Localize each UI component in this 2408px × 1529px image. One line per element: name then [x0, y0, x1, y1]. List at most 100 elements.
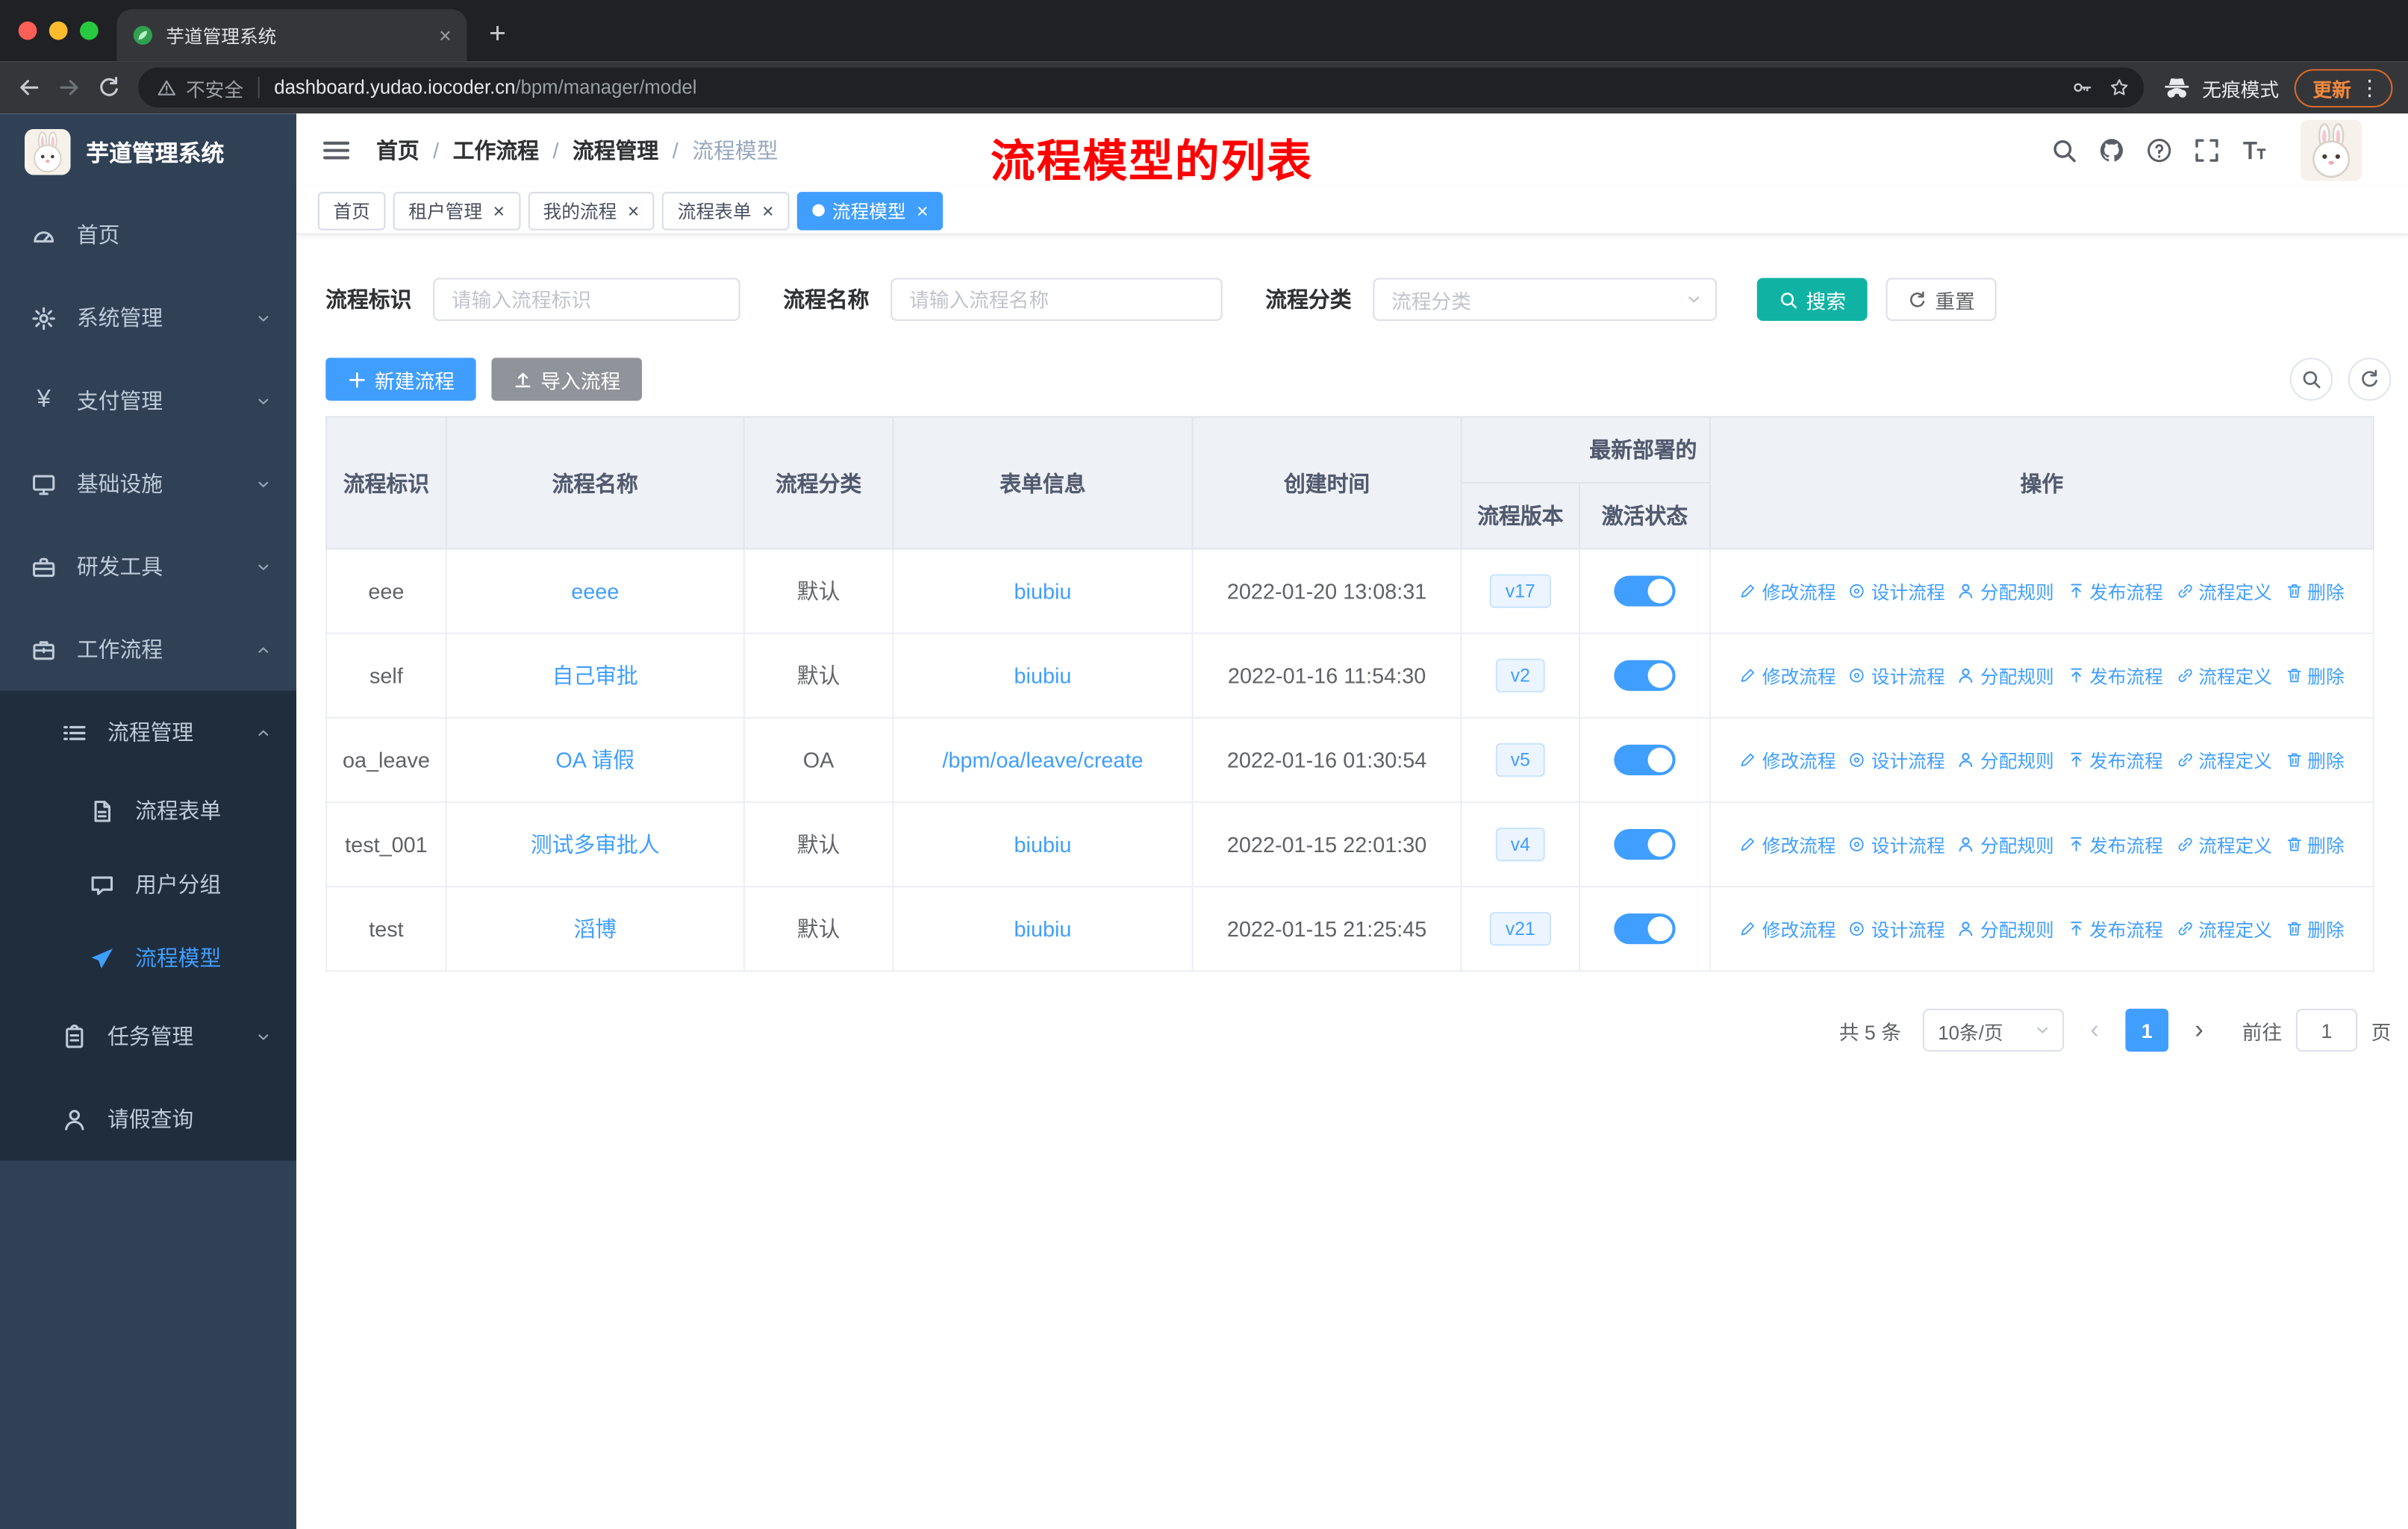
category-select[interactable]: 流程分类 [1373, 278, 1718, 321]
browser-tab[interactable]: 芋道管理系统 × [116, 9, 467, 62]
process-name-input[interactable] [890, 278, 1223, 321]
toggle-search-button[interactable] [2289, 357, 2333, 401]
modify-process-action[interactable]: 修改流程 [1733, 916, 1842, 942]
fullscreen-icon[interactable] [2190, 134, 2224, 167]
process-id-input[interactable] [433, 278, 740, 321]
form-link[interactable]: /bpm/oa/leave/create [942, 748, 1143, 772]
assign-rule-action[interactable]: 分配规则 [1951, 747, 2060, 773]
delete-action[interactable]: 删除 [2278, 578, 2351, 604]
sidebar-item-system-management[interactable]: 系统管理 [0, 276, 296, 359]
close-icon[interactable]: × [917, 200, 929, 220]
prev-page-button[interactable]: ‹ [2078, 1009, 2112, 1052]
breadcrumb-item[interactable]: 流程管理 [539, 135, 658, 166]
modify-process-action[interactable]: 修改流程 [1733, 663, 1842, 689]
design-process-action[interactable]: 设计流程 [1842, 578, 1951, 604]
page-number-button[interactable]: 1 [2125, 1008, 2168, 1052]
process-name-link[interactable]: 测试多审批人 [531, 832, 660, 857]
delete-action[interactable]: 删除 [2278, 747, 2351, 773]
publish-process-action[interactable]: 发布流程 [2060, 831, 2169, 857]
publish-process-action[interactable]: 发布流程 [2060, 747, 2169, 773]
form-link[interactable]: biubiu [1014, 579, 1072, 604]
sidebar-item-leave-query[interactable]: 请假查询 [0, 1078, 297, 1161]
tag-item[interactable]: 租户管理 × [393, 191, 520, 230]
sidebar-item-dev-tools[interactable]: 研发工具 [0, 525, 296, 608]
sidebar-logo[interactable]: 芋道管理系统 [0, 113, 296, 190]
delete-action[interactable]: 删除 [2278, 831, 2351, 857]
reload-button[interactable] [89, 68, 128, 107]
tag-item[interactable]: 我的流程 × [527, 191, 655, 230]
bookmark-star-icon[interactable] [2100, 69, 2137, 106]
close-window-button[interactable] [18, 21, 37, 40]
assign-rule-action[interactable]: 分配规则 [1951, 578, 2060, 604]
close-icon[interactable]: × [628, 200, 640, 220]
github-icon[interactable] [2094, 134, 2128, 167]
create-process-button[interactable]: 新建流程 [325, 357, 476, 401]
next-page-button[interactable]: › [2183, 1009, 2216, 1052]
process-name-link[interactable]: 滔博 [573, 916, 617, 941]
sidebar-item-process-form[interactable]: 流程表单 [0, 773, 297, 848]
design-process-action[interactable]: 设计流程 [1842, 831, 1951, 857]
page-size-select[interactable]: 10条/页 [1922, 1008, 2065, 1052]
tag-item[interactable]: 首页 [317, 191, 386, 230]
new-tab-button[interactable]: + [476, 14, 520, 57]
sidebar-item-process-management[interactable]: 流程管理 [0, 690, 297, 774]
form-link[interactable]: biubiu [1014, 832, 1072, 857]
design-process-action[interactable]: 设计流程 [1842, 916, 1951, 942]
design-process-action[interactable]: 设计流程 [1842, 663, 1951, 689]
close-icon[interactable]: × [493, 200, 505, 220]
activation-toggle[interactable] [1614, 913, 1676, 945]
help-icon[interactable] [2142, 134, 2176, 167]
close-icon[interactable]: × [762, 200, 774, 220]
user-avatar[interactable] [2300, 119, 2362, 181]
tag-item[interactable]: 流程模型 × [796, 191, 944, 230]
back-button[interactable] [9, 68, 49, 107]
forward-button[interactable] [49, 68, 89, 107]
search-button[interactable]: 搜索 [1756, 278, 1868, 321]
process-name-link[interactable]: eeee [571, 579, 619, 604]
activation-toggle[interactable] [1614, 660, 1676, 691]
sidebar-item-user-group[interactable]: 用户分组 [0, 847, 297, 922]
form-link[interactable]: biubiu [1014, 663, 1072, 688]
sidebar-item-task-management[interactable]: 任务管理 [0, 995, 297, 1078]
process-name-link[interactable]: OA 请假 [555, 748, 634, 772]
process-definition-action[interactable]: 流程定义 [2169, 831, 2278, 857]
modify-process-action[interactable]: 修改流程 [1733, 831, 1842, 857]
reset-button[interactable]: 重置 [1885, 278, 1997, 321]
minimize-window-button[interactable] [49, 21, 68, 40]
activation-toggle[interactable] [1614, 575, 1676, 607]
assign-rule-action[interactable]: 分配规则 [1951, 916, 2060, 942]
collapse-sidebar-icon[interactable] [321, 135, 352, 166]
sidebar-item-infrastructure[interactable]: 基础设施 [0, 443, 296, 525]
delete-action[interactable]: 删除 [2278, 663, 2351, 689]
close-tab-icon[interactable]: × [439, 25, 452, 46]
goto-page-input[interactable] [2295, 1008, 2358, 1052]
activation-toggle[interactable] [1614, 744, 1676, 775]
modify-process-action[interactable]: 修改流程 [1733, 747, 1842, 773]
address-bar[interactable]: 不安全 dashboard.yudao.iocoder.cn /bpm/mana… [138, 67, 2145, 108]
publish-process-action[interactable]: 发布流程 [2060, 663, 2169, 689]
process-definition-action[interactable]: 流程定义 [2169, 916, 2278, 942]
tag-item[interactable]: 流程表单 × [662, 191, 790, 230]
update-chip[interactable]: 更新 ⋮ [2294, 68, 2393, 107]
zoom-window-button[interactable] [79, 21, 99, 40]
assign-rule-action[interactable]: 分配规则 [1951, 663, 2060, 689]
import-process-button[interactable]: 导入流程 [491, 357, 643, 401]
form-link[interactable]: biubiu [1014, 916, 1072, 941]
delete-action[interactable]: 删除 [2278, 916, 2351, 942]
breadcrumb-item[interactable]: 首页 [376, 135, 419, 166]
browser-menu-icon[interactable]: ⋮ [2359, 75, 2380, 100]
search-icon[interactable] [2047, 134, 2081, 167]
assign-rule-action[interactable]: 分配规则 [1951, 831, 2060, 857]
process-definition-action[interactable]: 流程定义 [2169, 578, 2278, 604]
sidebar-item-payment-management[interactable]: ¥ 支付管理 [0, 359, 296, 442]
breadcrumb-item[interactable]: 工作流程 [419, 135, 539, 166]
publish-process-action[interactable]: 发布流程 [2060, 578, 2169, 604]
process-definition-action[interactable]: 流程定义 [2169, 747, 2278, 773]
sidebar-item-process-model[interactable]: 流程模型 [0, 921, 297, 995]
font-size-icon[interactable] [2238, 134, 2271, 167]
sidebar-item-workflow[interactable]: 工作流程 [0, 608, 296, 691]
process-name-link[interactable]: 自己审批 [552, 663, 638, 688]
refresh-table-button[interactable] [2348, 357, 2392, 401]
sidebar-item-home[interactable]: 首页 [0, 193, 296, 276]
design-process-action[interactable]: 设计流程 [1842, 747, 1951, 773]
